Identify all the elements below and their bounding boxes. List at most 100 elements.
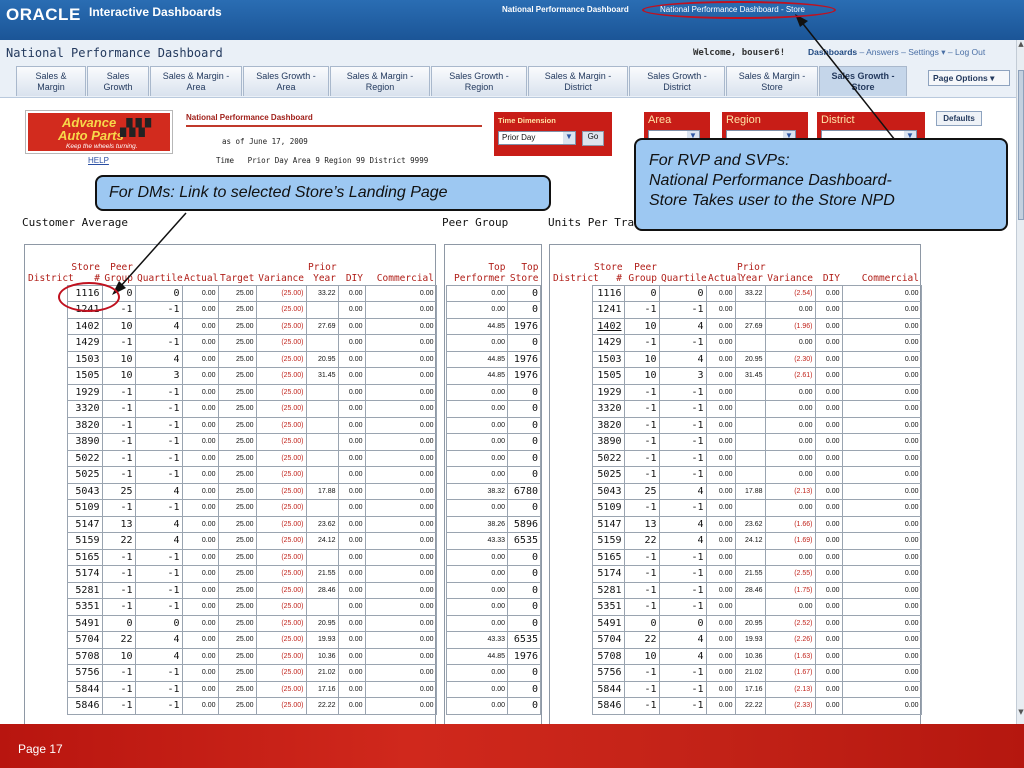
tab-sales-margin-area[interactable]: Sales & Margin - Area xyxy=(150,66,242,96)
column-header[interactable]: Peer Group xyxy=(624,247,659,285)
tab-sales-margin[interactable]: Sales & Margin xyxy=(16,66,86,96)
store-link[interactable]: 3320 xyxy=(66,400,103,418)
settings-link[interactable]: Settings xyxy=(908,47,939,57)
store-link[interactable]: 5756 xyxy=(66,664,103,682)
store-link[interactable]: 3820 xyxy=(591,416,625,434)
store-link[interactable]: 5159 xyxy=(66,532,103,550)
column-header[interactable]: Actual xyxy=(182,247,218,285)
column-header[interactable]: Top Store xyxy=(508,247,541,285)
store-link[interactable]: 5756 xyxy=(591,664,625,682)
table-row: 3890 -1 -1 0.00 0.00 0.00 0.00 xyxy=(551,433,922,451)
store-link[interactable]: 5708 xyxy=(66,647,103,665)
store-link[interactable]: 5022 xyxy=(591,449,625,467)
column-header[interactable]: District xyxy=(26,247,74,285)
page-options-button[interactable]: Page Options ▾ xyxy=(928,70,1010,86)
store-link[interactable]: 1402 xyxy=(591,317,625,335)
column-header[interactable]: Prior Year xyxy=(735,247,766,285)
table-cell: 0 xyxy=(507,664,541,682)
store-link[interactable]: 5844 xyxy=(591,680,625,698)
tab-sales-margin-store[interactable]: Sales & Margin - Store xyxy=(726,66,818,96)
logout-link[interactable]: Log Out xyxy=(955,47,985,57)
store-link[interactable]: 5281 xyxy=(66,581,103,599)
store-link[interactable]: 1929 xyxy=(66,383,103,401)
store-link[interactable]: 5109 xyxy=(591,499,625,517)
tab-sales-growth-region[interactable]: Sales Growth - Region xyxy=(431,66,527,96)
column-header[interactable]: Target xyxy=(218,247,256,285)
tab-sales-growth-area[interactable]: Sales Growth - Area xyxy=(243,66,329,96)
store-link[interactable]: 5844 xyxy=(66,680,103,698)
store-link[interactable]: 1241 xyxy=(591,301,625,319)
store-link[interactable]: 1402 xyxy=(66,317,103,335)
column-header[interactable]: Variance xyxy=(256,247,306,285)
store-link[interactable]: 3320 xyxy=(591,400,625,418)
store-link[interactable]: 3890 xyxy=(591,433,625,451)
store-link[interactable]: 5022 xyxy=(66,449,103,467)
store-link[interactable]: 1503 xyxy=(591,350,625,368)
store-link[interactable]: 5491 xyxy=(591,614,625,632)
store-link[interactable]: 1505 xyxy=(591,367,625,385)
column-header[interactable]: District xyxy=(551,247,599,285)
store-link[interactable]: 1929 xyxy=(591,383,625,401)
store-link[interactable]: 5174 xyxy=(591,565,625,583)
column-header[interactable]: Prior Year xyxy=(306,247,338,285)
column-header[interactable]: Top Performer xyxy=(447,247,508,285)
table-cell: 43.33 xyxy=(446,631,508,649)
column-header[interactable]: Quartile xyxy=(135,247,183,285)
dashboards-link[interactable]: Dashboards xyxy=(808,47,857,57)
store-link[interactable]: 5165 xyxy=(591,548,625,566)
store-link[interactable]: 3820 xyxy=(66,416,103,434)
tab-sales-margin-district[interactable]: Sales & Margin - District xyxy=(528,66,628,96)
store-link[interactable]: 1503 xyxy=(66,350,103,368)
column-header[interactable]: Peer Group xyxy=(102,247,135,285)
store-link[interactable]: 5025 xyxy=(66,466,103,484)
go-button[interactable]: Go xyxy=(582,131,604,146)
column-header[interactable]: Commercial xyxy=(365,247,436,285)
table-cell: 0.00 xyxy=(181,647,219,665)
tab-sales-growth[interactable]: Sales Growth xyxy=(87,66,149,96)
store-link[interactable]: 5147 xyxy=(66,515,103,533)
store-link[interactable]: 5351 xyxy=(66,598,103,616)
column-header[interactable]: DIY xyxy=(338,247,365,285)
store-link[interactable]: 5846 xyxy=(66,697,103,715)
scroll-down-icon[interactable]: ▼ xyxy=(1017,708,1024,717)
store-link[interactable]: 5708 xyxy=(591,647,625,665)
time-dimension-select[interactable]: Prior Day ▼ xyxy=(498,131,576,145)
answers-link[interactable]: Answers xyxy=(866,47,899,57)
store-link[interactable]: 5165 xyxy=(66,548,103,566)
store-link[interactable]: 5704 xyxy=(591,631,625,649)
table-cell xyxy=(26,681,67,698)
store-link[interactable]: 5491 xyxy=(66,614,103,632)
dashboard-label[interactable]: National Performance Dashboard xyxy=(502,5,629,14)
table-cell: 0.00 xyxy=(705,598,736,616)
tab-sales-growth-store[interactable]: Sales Growth - Store xyxy=(819,66,907,96)
store-link[interactable]: 1429 xyxy=(66,334,103,352)
store-link[interactable]: 5025 xyxy=(591,466,625,484)
column-header[interactable]: Variance xyxy=(765,247,815,285)
settings-dropdown-icon[interactable]: ▾ xyxy=(939,47,945,57)
store-link[interactable]: 1116 xyxy=(591,284,625,302)
column-header[interactable]: Quartile xyxy=(659,247,707,285)
column-header[interactable]: DIY xyxy=(815,247,842,285)
store-link[interactable]: 5147 xyxy=(591,515,625,533)
scroll-up-icon[interactable]: ▲ xyxy=(1017,40,1024,49)
store-link[interactable]: 5109 xyxy=(66,499,103,517)
store-link[interactable]: 5351 xyxy=(591,598,625,616)
store-link[interactable]: 5846 xyxy=(591,697,625,715)
store-link[interactable]: 5043 xyxy=(591,482,625,500)
store-link[interactable]: 5704 xyxy=(66,631,103,649)
store-link[interactable]: 5174 xyxy=(66,565,103,583)
store-link[interactable]: 5159 xyxy=(591,532,625,550)
store-link[interactable]: 1505 xyxy=(66,367,103,385)
vertical-scrollbar[interactable]: ▲ ▼ xyxy=(1016,40,1024,724)
store-link[interactable]: 5281 xyxy=(591,581,625,599)
tab-sales-growth-district[interactable]: Sales Growth - District xyxy=(629,66,725,96)
store-link[interactable]: 5043 xyxy=(66,482,103,500)
column-header[interactable]: Actual xyxy=(706,247,742,285)
tab-sales-margin-region[interactable]: Sales & Margin - Region xyxy=(330,66,430,96)
scrollbar-thumb[interactable] xyxy=(1018,70,1024,220)
help-link[interactable]: HELP xyxy=(88,156,109,165)
column-header[interactable]: Commercial xyxy=(842,247,921,285)
store-link[interactable]: 1429 xyxy=(591,334,625,352)
store-link[interactable]: 3890 xyxy=(66,433,103,451)
defaults-button[interactable]: Defaults xyxy=(936,111,982,126)
